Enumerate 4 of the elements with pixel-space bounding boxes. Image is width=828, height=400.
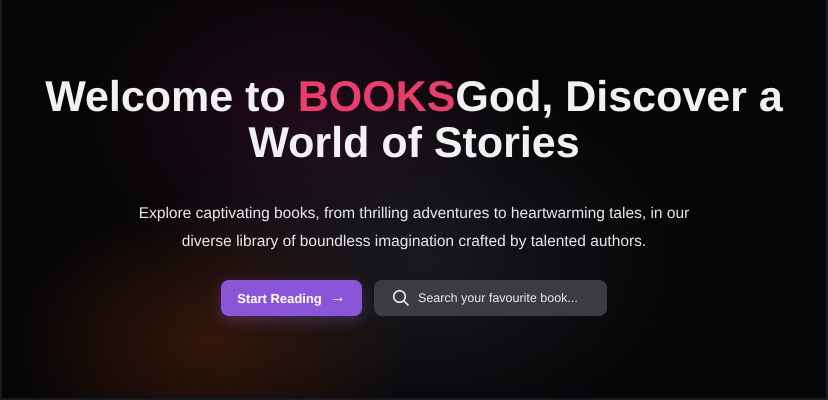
search-field[interactable]: Search your favourite book... <box>374 280 607 316</box>
hero-title: Welcome to BOOKSGod, Discover a World of Stories <box>44 74 784 166</box>
start-reading-button[interactable]: Start Reading → <box>221 280 362 316</box>
hero-subtitle: Explore captivating books, from thrilling adventures to heartwarming tales, in our diverse library of boundless imagination crafted by talented authors. <box>138 204 690 252</box>
